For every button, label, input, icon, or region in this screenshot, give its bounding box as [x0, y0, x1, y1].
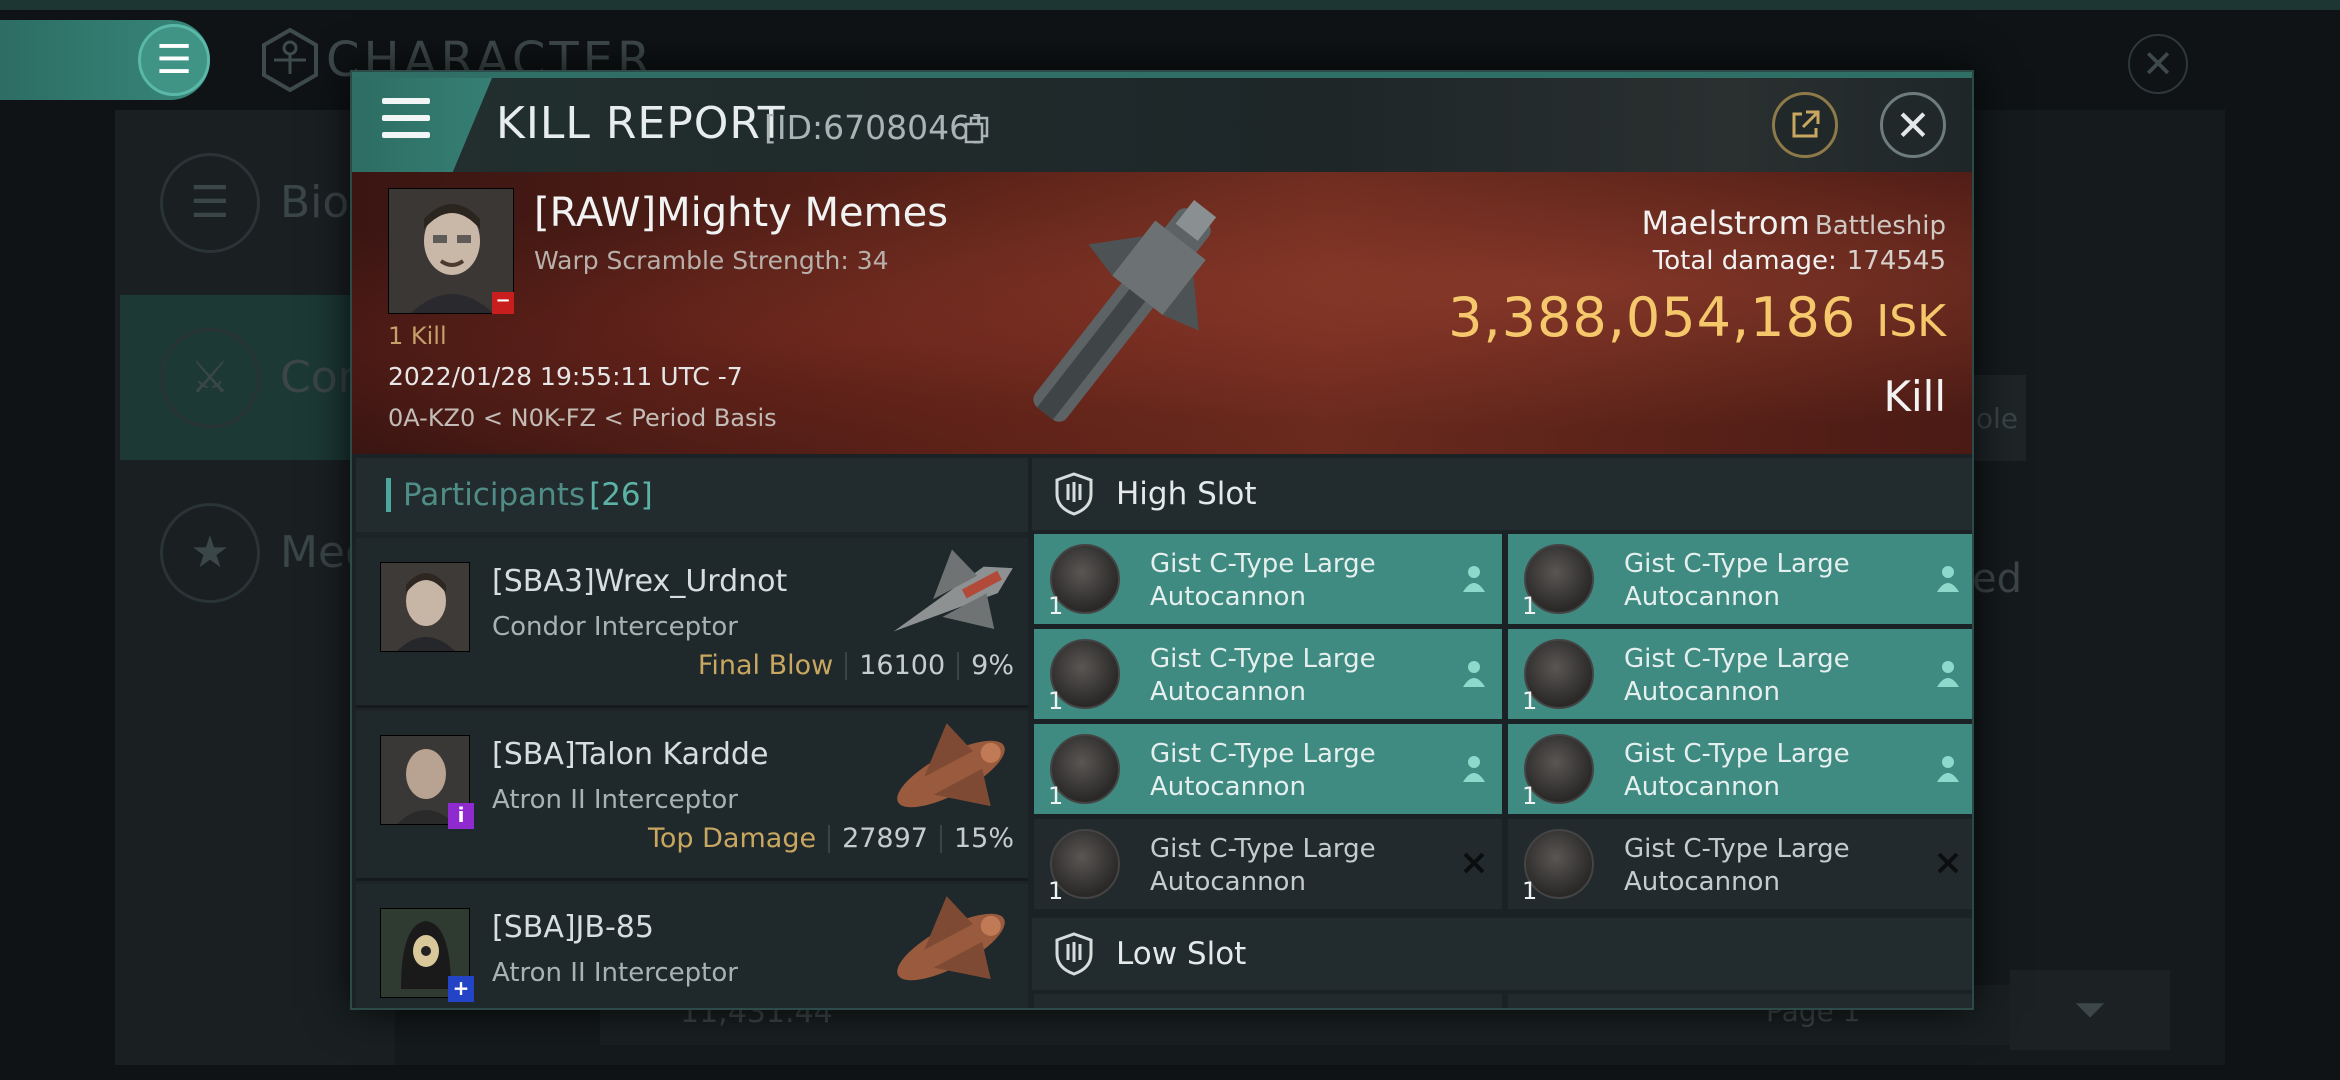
total-damage-value: 174545	[1846, 246, 1946, 276]
participant-ship: Atron II Interceptor	[492, 785, 738, 815]
low-slot-icon	[1055, 932, 1093, 976]
participant-name[interactable]: [SBA]JB-85	[492, 910, 654, 945]
x-icon	[1458, 847, 1490, 879]
module-quantity: 1	[1522, 592, 1538, 620]
module-quantity: 1	[1522, 782, 1538, 810]
top-damage-tag: Top Damage	[648, 823, 817, 854]
ship-icon	[897, 896, 1005, 981]
module-quantity: 1	[1048, 782, 1064, 810]
share-icon	[1792, 110, 1820, 138]
sidebar-item-label: Bio	[280, 177, 350, 228]
fitting-slots[interactable]: High Slot 1 Gist C-Type Large Autocannon …	[1032, 458, 1972, 1008]
module-name: Gist C-Type Large Autocannon	[1624, 644, 1850, 707]
star-icon: ★	[160, 502, 260, 603]
module-slot[interactable]: 1 Gist C-Type Large Autocannon	[1508, 534, 1972, 624]
person-icon	[1458, 657, 1490, 689]
ship-icon	[893, 549, 1013, 632]
kill-report-dialog: KILL REPORT [ID:6708046] ✕ − [RAW]Mighty…	[350, 70, 1974, 1010]
module-slot[interactable]: 1 Gist C-Type Large Autocannon	[1508, 629, 1972, 719]
ship-name[interactable]: Maelstrom	[1642, 204, 1810, 242]
final-blow-tag: Final Blow	[697, 650, 834, 681]
close-button[interactable]: ✕	[1880, 92, 1946, 158]
hamburger-icon[interactable]	[382, 98, 430, 138]
module-slot[interactable]: 1 Gist C-Type Large Autocannon	[1034, 724, 1502, 814]
participant-row[interactable]: [SBA3]Wrex_Urdnot Condor Interceptor Fin…	[356, 538, 1028, 708]
corp-badge: +	[448, 976, 474, 1002]
main-menu-button[interactable]: ☰	[138, 24, 210, 96]
person-icon	[1932, 657, 1964, 689]
person-icon	[1932, 562, 1964, 594]
isk-unit: ISK	[1876, 296, 1946, 347]
module-slot[interactable]: 1 Gist C-Type Large Autocannon	[1034, 819, 1502, 909]
total-damage-label: Total damage:	[1652, 246, 1837, 276]
copy-icon[interactable]	[964, 116, 990, 144]
top-strip	[0, 0, 2340, 10]
module-slot[interactable]: 1 Gist C-Type Large Autocannon	[1034, 534, 1502, 624]
participants-count: [26]	[589, 477, 653, 513]
background-text: ed	[1972, 556, 2022, 602]
participant-percent: 9%	[971, 650, 1014, 681]
module-quantity: 1	[1522, 687, 1538, 715]
participant-row[interactable]: + [SBA]JB-85 Atron II Interceptor	[356, 884, 1028, 1008]
high-slot-label: High Slot	[1116, 476, 1257, 512]
isk-loss: 3,388,054,186 ISK	[352, 286, 1946, 349]
participant-percent: 15%	[953, 823, 1014, 854]
corp-badge: i	[448, 803, 474, 829]
kill-id: [ID:6708046]	[764, 108, 983, 147]
module-slot[interactable]: 1 Gist C-Type Large Autocannon	[1034, 629, 1502, 719]
filter-icon: ⏷	[2074, 987, 2106, 1033]
participants-label: Participants	[403, 477, 586, 513]
participant-name[interactable]: [SBA]Talon Kardde	[492, 737, 768, 772]
module-name: Gist C-Type Large Autocannon	[1624, 549, 1850, 612]
module-quantity: 1	[1048, 877, 1064, 905]
share-button[interactable]	[1772, 92, 1838, 158]
screen-close-button[interactable]: ✕	[2128, 34, 2188, 94]
participant-damage: 16100	[859, 650, 946, 681]
high-slot-icon	[1055, 472, 1093, 516]
module-name: Gist C-Type Large Autocannon	[1624, 834, 1850, 897]
module-slot[interactable]	[1508, 994, 1972, 1008]
person-icon	[1932, 752, 1964, 784]
participant-ship: Atron II Interceptor	[492, 958, 738, 988]
module-quantity: 1	[1522, 877, 1538, 905]
module-name: Gist C-Type Large Autocannon	[1150, 644, 1376, 707]
module-slot[interactable]: 1 Gist C-Type Large Autocannon	[1508, 724, 1972, 814]
module-name: Gist C-Type Large Autocannon	[1624, 739, 1850, 802]
participant-stats: Top Damage 27897 15%	[648, 823, 1014, 854]
module-name: Gist C-Type Large Autocannon	[1150, 834, 1376, 897]
list-icon: ☰	[160, 152, 260, 253]
kill-result: Kill	[1883, 372, 1946, 421]
character-icon	[262, 28, 318, 92]
participants-list[interactable]: Participants [26] [SBA3]Wrex_Urdnot Cond…	[356, 458, 1028, 1008]
filter-button[interactable]: ⏷	[2010, 970, 2170, 1050]
module-slot[interactable]: 1 Gist C-Type Large Autocannon	[1508, 819, 1972, 909]
low-slot-label: Low Slot	[1116, 936, 1247, 972]
total-damage: Total damage: 174545	[352, 246, 1946, 276]
module-quantity: 1	[1048, 592, 1064, 620]
pilot-portrait-icon	[380, 562, 470, 652]
participants-header: Participants [26]	[356, 458, 1028, 532]
high-slot-header: High Slot	[1032, 458, 1972, 530]
person-icon	[1458, 562, 1490, 594]
participant-damage: 27897	[842, 823, 928, 854]
participant-row[interactable]: i [SBA]Talon Kardde Atron II Interceptor…	[356, 711, 1028, 881]
ship-class: Battleship	[1814, 211, 1946, 241]
module-quantity: 1	[1048, 687, 1064, 715]
dialog-title: KILL REPORT	[496, 98, 786, 149]
low-slot-header: Low Slot	[1032, 918, 1972, 990]
ship-icon	[897, 723, 1005, 808]
close-icon: ✕	[1895, 100, 1931, 150]
participant-ship: Condor Interceptor	[492, 612, 738, 642]
x-icon	[1932, 847, 1964, 879]
swords-icon: ⚔	[160, 327, 260, 428]
participant-stats: Final Blow 16100 9%	[698, 650, 1014, 681]
module-name: Gist C-Type Large Autocannon	[1150, 739, 1376, 802]
participant-name[interactable]: [SBA3]Wrex_Urdnot	[492, 564, 787, 599]
module-slot[interactable]	[1034, 994, 1502, 1008]
module-name: Gist C-Type Large Autocannon	[1150, 549, 1376, 612]
isk-value: 3,388,054,186	[1448, 286, 1857, 349]
ship-info: Maelstrom Battleship	[352, 204, 1946, 242]
person-icon	[1458, 752, 1490, 784]
